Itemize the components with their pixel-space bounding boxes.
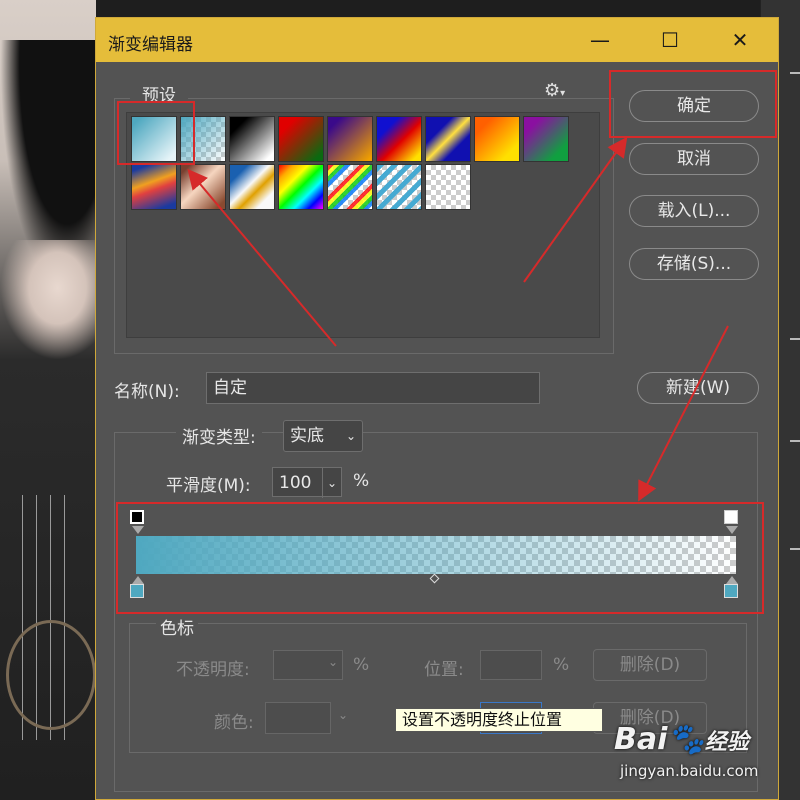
preset-swatch[interactable] (425, 164, 471, 210)
guitar-soundhole (6, 620, 96, 730)
location-input-top[interactable] (480, 650, 542, 680)
preset-swatch[interactable] (131, 164, 177, 210)
color-stop-right[interactable] (724, 584, 738, 598)
chevron-down-icon: ⌄ (327, 655, 338, 669)
name-label: 名称(N): (114, 382, 180, 402)
panel-marker (790, 72, 800, 74)
color-stop-left[interactable] (130, 584, 144, 598)
delete-opacity-button[interactable]: 删除(D) (593, 649, 707, 681)
preset-swatch[interactable] (327, 164, 373, 210)
percent-label: % (353, 471, 370, 491)
stops-label: 色标 (156, 614, 198, 639)
watermark-logo: Bai🐾经验 (614, 722, 749, 757)
smoothness-value: 100 (279, 473, 312, 493)
cancel-button[interactable]: 取消 (629, 143, 759, 175)
opacity-stop-left[interactable] (130, 510, 144, 524)
preset-swatch[interactable] (229, 116, 275, 162)
panel-marker (790, 338, 800, 340)
preset-swatch[interactable] (474, 116, 520, 162)
opacity-label: 不透明度: (176, 660, 250, 680)
annotation-highlight-ok (609, 70, 777, 138)
maximize-icon[interactable]: ☐ (654, 26, 686, 54)
new-button[interactable]: 新建(W) (637, 372, 759, 404)
watermark-brand-tail: 经验 (704, 730, 749, 755)
gear-icon[interactable]: ⚙▾ (544, 80, 565, 101)
paw-icon: 🐾 (667, 722, 705, 757)
smoothness-label: 平滑度(M): (166, 476, 251, 496)
gradient-type-select[interactable]: 实底 ⌄ (283, 420, 363, 452)
watermark-brand: Bai (614, 722, 668, 757)
photo-face (0, 240, 96, 360)
panel-marker (790, 440, 800, 442)
opacity-stop-pointer (132, 526, 144, 534)
save-button[interactable]: 存储(S)... (629, 248, 759, 280)
preset-swatch[interactable] (229, 164, 275, 210)
title-bar[interactable]: 渐变编辑器 — ☐ ✕ (96, 18, 778, 62)
close-icon[interactable]: ✕ (724, 26, 756, 54)
load-button[interactable]: 载入(L)... (629, 195, 759, 227)
panel-marker (790, 548, 800, 550)
color-swatch[interactable] (265, 702, 331, 734)
location-label-top: 位置: (424, 660, 464, 680)
name-input[interactable]: 自定 (206, 372, 540, 404)
preset-swatch[interactable] (327, 116, 373, 162)
chevron-down-icon[interactable]: ⌄ (321, 468, 337, 498)
opacity-percent: % (353, 655, 370, 675)
preset-swatch[interactable] (523, 116, 569, 162)
location-percent: % (553, 655, 570, 675)
tooltip: 设置不透明度终止位置 (395, 708, 603, 732)
color-label: 颜色: (214, 713, 254, 733)
annotation-highlight-preset (117, 101, 195, 165)
gradient-preview-bar[interactable] (136, 536, 736, 574)
dialog-title: 渐变编辑器 (108, 35, 193, 55)
gradient-type-label: 渐变类型: (176, 423, 262, 448)
opacity-stop-right[interactable] (724, 510, 738, 524)
opacity-input[interactable]: ⌄ (273, 650, 343, 680)
smoothness-input[interactable]: 100 ⌄ (272, 467, 342, 498)
gradient-editor-dialog: 渐变编辑器 — ☐ ✕ 预设 ⚙▾ 确定 取消 载入(L)... 存储(S)..… (95, 17, 779, 800)
preset-swatch[interactable] (376, 116, 422, 162)
opacity-stop-pointer (726, 526, 738, 534)
chevron-down-icon: ⌄ (338, 708, 349, 722)
chevron-down-icon: ⌄ (345, 429, 356, 443)
preset-swatch[interactable] (425, 116, 471, 162)
color-stop-pointer (132, 576, 144, 584)
preset-swatch[interactable] (278, 164, 324, 210)
preset-swatch[interactable] (180, 164, 226, 210)
minimize-icon[interactable]: — (584, 26, 616, 54)
watermark-url: jingyan.baidu.com (620, 762, 759, 780)
preset-swatch[interactable] (278, 116, 324, 162)
color-stop-pointer (726, 576, 738, 584)
gradient-type-value: 实底 (290, 426, 324, 446)
preset-swatch[interactable] (376, 164, 422, 210)
